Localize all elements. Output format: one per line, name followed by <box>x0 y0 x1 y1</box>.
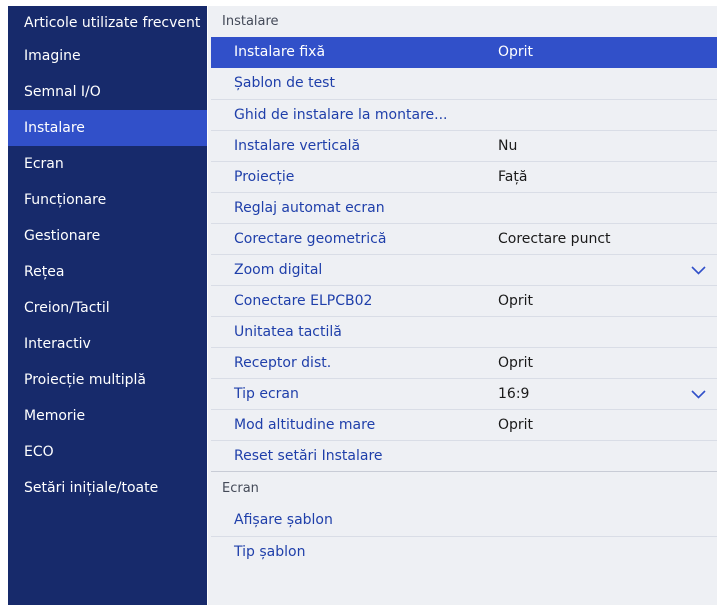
setting-row-zoom-digital[interactable]: Zoom digital <box>211 254 717 285</box>
sidebar-item-interactiv[interactable]: Interactiv <box>8 326 207 362</box>
setting-row-afisare-sablon[interactable]: Afișare șablon <box>211 505 717 536</box>
sidebar-item-label: Setări inițiale/toate <box>24 480 159 496</box>
sidebar-item-label: ECO <box>24 444 54 460</box>
sidebar-item-imagine[interactable]: Imagine <box>8 38 207 74</box>
setting-label: Mod altitudine mare <box>234 417 376 433</box>
sidebar-item-label: Instalare <box>24 120 85 136</box>
sidebar-item-memorie[interactable]: Memorie <box>8 398 207 434</box>
setting-row-corectare-geometrica[interactable]: Corectare geometrică Corectare punct <box>211 223 717 254</box>
setting-value: Corectare punct <box>498 231 611 247</box>
setting-row-proiectie[interactable]: Proiecție Față <box>211 161 717 192</box>
setting-value: Oprit <box>498 355 534 371</box>
setting-value: Oprit <box>498 417 534 433</box>
setting-row-conectare-elpcb02[interactable]: Conectare ELPCB02 Oprit <box>211 285 717 316</box>
sidebar-item-semnal-io[interactable]: Semnal I/O <box>8 74 207 110</box>
sidebar-item-label: Gestionare <box>24 228 101 244</box>
setting-label: Receptor dist. <box>234 355 332 371</box>
setting-label: Tip șablon <box>234 544 306 560</box>
sidebar-item-label: Memorie <box>24 408 86 424</box>
sidebar-item-label: Imagine <box>24 48 81 64</box>
setting-label: Proiecție <box>234 169 295 185</box>
setting-label: Conectare ELPCB02 <box>234 293 373 309</box>
setting-row-mod-altitudine-mare[interactable]: Mod altitudine mare Oprit <box>211 409 717 440</box>
sidebar-item-functionare[interactable]: Funcționare <box>8 182 207 218</box>
setting-row-tip-sablon[interactable]: Tip șablon <box>211 536 717 567</box>
setting-label: Instalare verticală <box>234 138 361 154</box>
setting-value: Oprit <box>498 44 534 60</box>
setting-row-reset-setari-instalare[interactable]: Reset setări Instalare <box>211 440 717 471</box>
chevron-down-icon <box>691 379 706 410</box>
setting-row-unitatea-tactila[interactable]: Unitatea tactilă <box>211 316 717 347</box>
setting-value: Nu <box>498 138 518 154</box>
sidebar-item-label: Proiecție multiplă <box>24 372 146 388</box>
setting-value: Față <box>498 169 528 185</box>
sidebar-item-proiectie-multipla[interactable]: Proiecție multiplă <box>8 362 207 398</box>
setting-label: Unitatea tactilă <box>234 324 342 340</box>
sidebar-item-ecran[interactable]: Ecran <box>8 146 207 182</box>
setting-label: Afișare șablon <box>234 512 333 528</box>
setting-label: Reglaj automat ecran <box>234 200 385 216</box>
sidebar-item-label: Ecran <box>24 156 64 172</box>
setting-value: Oprit <box>498 293 534 309</box>
setting-row-receptor-dist[interactable]: Receptor dist. Oprit <box>211 347 717 378</box>
sidebar-item-retea[interactable]: Rețea <box>8 254 207 290</box>
sidebar-item-label: Funcționare <box>24 192 107 208</box>
section-header-instalare: Instalare <box>222 14 279 29</box>
sidebar-item-label: Rețea <box>24 264 65 280</box>
setting-value: 16:9 <box>498 386 530 402</box>
setting-row-ghid-instalare[interactable]: Ghid de instalare la montare... <box>211 99 717 130</box>
setting-row-instalare-verticala[interactable]: Instalare verticală Nu <box>211 130 717 161</box>
sidebar-item-label: Articole utilizate frecvent <box>24 15 201 31</box>
setting-row-instalare-fixa[interactable]: Instalare fixă Oprit <box>211 37 717 68</box>
sidebar-item-label: Interactiv <box>24 336 91 352</box>
settings-panel: Instalare Instalare fixă Oprit Șablon de… <box>208 6 717 605</box>
sidebar-item-articole-utilizate-frecvent[interactable]: Articole utilizate frecvent <box>8 6 207 38</box>
sidebar-item-label: Semnal I/O <box>24 84 101 100</box>
sidebar-item-gestionare[interactable]: Gestionare <box>8 218 207 254</box>
sidebar-item-setari-initiale[interactable]: Setări inițiale/toate <box>8 470 207 506</box>
setting-label: Ghid de instalare la montare... <box>234 107 448 123</box>
setting-row-reglaj-automat-ecran[interactable]: Reglaj automat ecran <box>211 192 717 223</box>
sidebar-item-label: Creion/Tactil <box>24 300 110 316</box>
setting-label: Instalare fixă <box>234 44 326 60</box>
projector-menu-window: Articole utilizate frecvent Imagine Semn… <box>0 0 717 605</box>
sidebar-item-creion-tactil[interactable]: Creion/Tactil <box>8 290 207 326</box>
setting-row-sablon-de-test[interactable]: Șablon de test <box>211 68 717 99</box>
chevron-down-icon <box>691 255 706 286</box>
setting-label: Zoom digital <box>234 262 323 278</box>
setting-label: Corectare geometrică <box>234 231 387 247</box>
sidebar-item-instalare[interactable]: Instalare <box>8 110 207 146</box>
setting-label: Șablon de test <box>234 75 335 91</box>
setting-label: Reset setări Instalare <box>234 448 383 464</box>
sidebar-menu: Articole utilizate frecvent Imagine Semn… <box>8 6 207 605</box>
setting-row-tip-ecran[interactable]: Tip ecran 16:9 <box>211 378 717 409</box>
setting-label: Tip ecran <box>234 386 299 402</box>
sidebar-item-eco[interactable]: ECO <box>8 434 207 470</box>
section-header-ecran: Ecran <box>222 481 259 496</box>
